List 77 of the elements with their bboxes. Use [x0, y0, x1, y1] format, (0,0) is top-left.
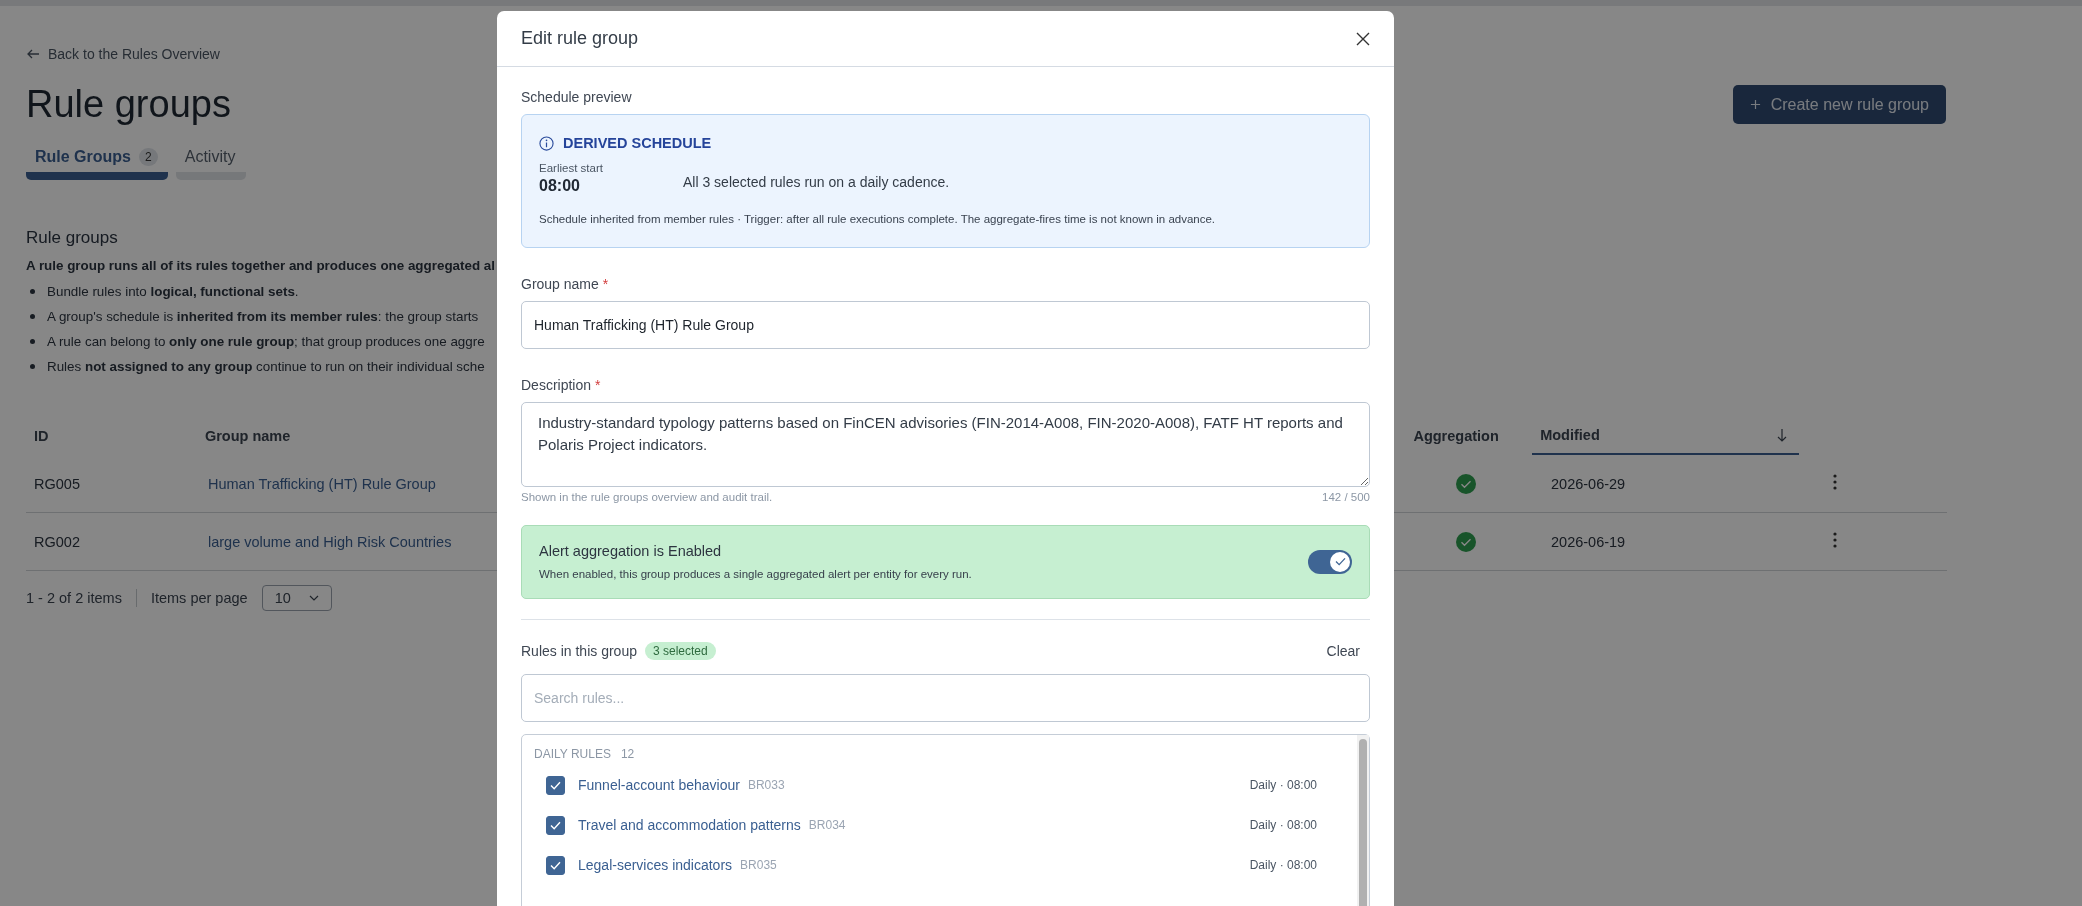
rule-code: BR033	[747, 778, 785, 792]
rule-name: Legal-services indicators	[578, 857, 733, 873]
bullet-text: Bundle rules into logical, functional sets.	[47, 284, 299, 299]
count-badge: 2	[139, 148, 158, 166]
clear-button[interactable]: Clear	[1316, 643, 1370, 659]
rule-checkbox[interactable]	[546, 815, 565, 835]
schedule-title: DERIVED SCHEDULE	[563, 135, 712, 151]
create-rule-group-button[interactable]: Create new rule group	[1732, 85, 1946, 124]
bullet-icon	[30, 364, 35, 369]
check-icon	[550, 780, 561, 790]
check-icon	[1334, 557, 1346, 566]
sort-arrow-down-icon	[1777, 428, 1788, 442]
check-icon	[550, 860, 561, 870]
bullet-text: A rule can belong to only one rule group; that group produces one aggre	[47, 334, 485, 349]
rule-schedule: Daily · 08:00	[1249, 778, 1318, 792]
earliest-start-time: 08:00	[539, 177, 581, 195]
search-field[interactable]: Search rules...	[521, 674, 1370, 722]
rule-code: BR035	[740, 858, 777, 872]
group-name-field[interactable]: Human Trafficking (HT) Rule Group	[521, 301, 1370, 349]
schedule-summary: All 3 selected rules run on a daily cadence.	[683, 172, 950, 190]
earliest-start-label: Earliest start	[539, 162, 604, 174]
required-mark: *	[602, 276, 609, 292]
bullet-icon	[30, 289, 35, 294]
field-label: Description *	[521, 377, 602, 393]
tab[interactable]: Activity	[175, 148, 246, 180]
field-label: Group name *	[521, 276, 610, 292]
group-name-link[interactable]: Human Trafficking (HT) Rule Group	[200, 475, 500, 492]
column-header[interactable]: Modified	[1532, 417, 1800, 455]
page-title: Rule groups	[26, 83, 231, 126]
items-per-page-select[interactable]: 10	[261, 585, 332, 611]
rule-code: BR034	[808, 818, 846, 832]
description-field[interactable]: Industry-standard typology patterns based on FinCEN advisories (FIN-2014-A008, FIN-2020-A008), FATF HT reports and Polaris Project indicators.	[521, 402, 1370, 487]
group-heading: DAILY RULES	[534, 747, 611, 761]
rule-schedule: Daily · 08:00	[1249, 858, 1318, 872]
close-icon[interactable]	[1356, 31, 1370, 46]
required-mark: *	[595, 377, 601, 393]
section-heading: Rule groups	[26, 228, 119, 248]
bullet-icon	[30, 314, 35, 319]
aggregation-toggle[interactable]	[1308, 549, 1352, 574]
pagination-range: 1 - 2 of 2 items	[26, 590, 122, 606]
column-header[interactable]: ID	[26, 417, 197, 455]
rule-checkbox[interactable]	[546, 775, 565, 795]
character-counter: 142 / 500	[1322, 491, 1370, 503]
check-icon	[550, 820, 561, 830]
more-vertical-icon[interactable]	[1833, 474, 1837, 490]
bullet-icon	[30, 339, 35, 344]
group-name-link[interactable]: large volume and High Risk Countries	[200, 533, 500, 550]
info-icon	[539, 135, 554, 151]
column-header[interactable]: Aggregation	[1407, 417, 1533, 455]
schedule-note: Schedule inherited from member rules · Trigger: after all rule executions complete. The aggregate-fires time is not known in advance.	[539, 213, 1217, 225]
arrow-left-icon	[26, 47, 40, 61]
table-cell-text: 2026-06-19	[1550, 533, 1627, 550]
dialog-title: Edit rule group	[521, 28, 639, 49]
rule-checkbox[interactable]	[546, 855, 565, 875]
table-cell-text: RG002	[33, 533, 81, 550]
lead-text: A rule group runs all of its rules together and produces one aggregated al	[26, 258, 496, 273]
rule-name: Funnel-account behaviour	[578, 777, 740, 793]
field-hint: Shown in the rule groups overview and audit trail.	[521, 491, 773, 503]
plus-icon	[1749, 99, 1761, 110]
aggregation-title: Alert aggregation is Enabled	[539, 543, 723, 559]
column-header[interactable]: Group name	[196, 417, 492, 455]
rule-name: Travel and accommodation patterns	[578, 817, 801, 833]
more-vertical-icon[interactable]	[1833, 532, 1837, 548]
field-label: Schedule preview	[521, 89, 633, 105]
bullet-text: A group's schedule is inherited from its member rules: the group starts	[47, 309, 479, 324]
tab[interactable]: Rule Groups 2	[26, 148, 168, 180]
back-link[interactable]: Back to the Rules Overview	[26, 46, 220, 62]
rule-count: 12	[620, 747, 635, 761]
aggregation-description: When enabled, this group produces a single aggregated alert per entity for every run.	[539, 568, 972, 580]
chevron-down-icon	[308, 595, 319, 601]
selected-count-badge: 3 selected	[644, 642, 716, 660]
items-per-page-label: Items per page	[150, 590, 248, 606]
section-label: Rules in this group	[521, 643, 637, 659]
rule-schedule: Daily · 08:00	[1249, 818, 1318, 832]
table-cell-text: RG005	[33, 475, 81, 492]
bullet-text: Rules not assigned to any group continue to run on their individual sche	[47, 359, 485, 374]
table-cell-text: 2026-06-29	[1550, 475, 1627, 492]
